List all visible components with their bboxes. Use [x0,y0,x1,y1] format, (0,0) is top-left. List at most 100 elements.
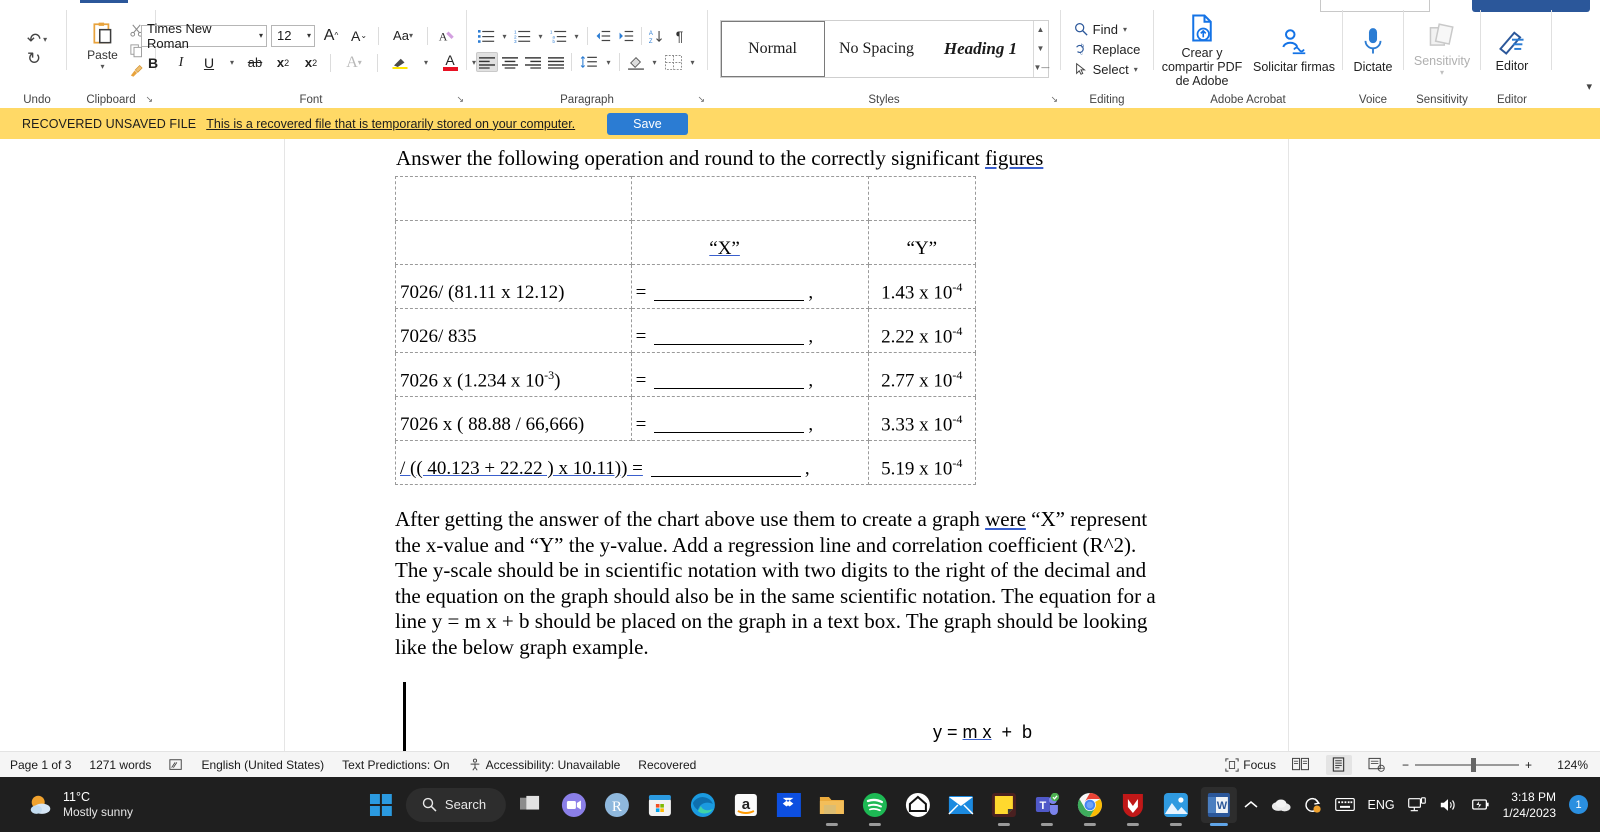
cell-answer-blank[interactable]: =, [630,352,869,397]
find-dropdown-icon[interactable]: ▾ [1123,25,1127,34]
ring-button[interactable] [900,787,936,823]
styles-scroll-up-icon[interactable]: ▲ [1034,21,1048,39]
print-layout-button[interactable] [1325,754,1352,775]
clipboard-dialog-launcher[interactable]: ↘ [145,94,153,105]
cell-answer-blank[interactable]: =, [630,396,869,441]
status-accessibility[interactable]: Accessibility: Unavailable [468,758,620,772]
shrink-font-button[interactable]: A ⌄ [347,25,371,47]
redo-icon[interactable]: ↻ [27,50,41,67]
clock[interactable]: 3:18 PM 1/24/2023 [1503,789,1556,821]
collapse-ribbon-icon[interactable]: ▾ [1586,80,1592,93]
answer-blank[interactable] [654,417,805,433]
highlight-dropdown[interactable]: ▾ [419,52,433,74]
volume-button[interactable] [1439,797,1457,813]
touch-keyboard-button[interactable] [1334,797,1355,812]
zoom-out-button[interactable]: − [1402,758,1409,772]
sort-button[interactable]: A Z [646,26,668,46]
find-button[interactable]: Find ▾ [1071,21,1144,38]
battery-button[interactable] [1470,797,1490,812]
undo-dropdown-icon[interactable]: ▾ [43,35,47,44]
start-button[interactable] [363,787,399,823]
answer-blank[interactable] [650,461,801,477]
underline-dropdown[interactable]: ▾ [225,52,239,74]
bold-button[interactable]: B [141,52,165,74]
zoom-app-button[interactable] [556,787,592,823]
status-page-number[interactable]: Page 1 of 3 [10,758,71,772]
microsoft-edge-button[interactable] [685,787,721,823]
line-equation-textbox[interactable]: y = m x + b [933,722,1032,743]
clear-formatting-button[interactable]: A [435,25,459,47]
microsoft-word-button[interactable]: W [1201,786,1238,823]
cell-expression-merged[interactable]: / (( 40.123 + 22.22 ) x 10.11)) =, [395,440,869,485]
zoom-level[interactable]: 124% [1544,758,1588,772]
paragraph-dialog-launcher[interactable]: ↘ [697,94,705,105]
superscript-button[interactable]: x2 [299,52,323,74]
notification-badge[interactable]: 1 [1569,795,1588,814]
select-dropdown-icon[interactable]: ▾ [1134,65,1138,74]
underline-button[interactable]: U [197,52,221,74]
google-chrome-button[interactable] [1072,787,1108,823]
styles-more-icon[interactable]: ▼― [1034,59,1050,77]
font-dialog-launcher[interactable]: ↘ [456,94,464,105]
cell-answer-blank[interactable]: =, [630,264,869,309]
italic-button[interactable]: I [169,52,193,74]
zoom-slider[interactable]: − + [1402,757,1532,772]
show-formatting-marks-button[interactable]: ¶ [669,26,691,46]
document-page[interactable]: Answer the following operation and round… [285,139,1288,751]
zoom-thumb[interactable] [1470,757,1476,772]
mcafee-button[interactable] [1115,787,1151,823]
cell-answer-blank[interactable]: =, [630,308,869,353]
network-button[interactable] [1407,796,1426,813]
sensitivity-button[interactable]: Sensitivity ▾ [1406,21,1478,77]
grow-font-button[interactable]: A ^ [319,25,343,47]
mail-button[interactable] [943,787,979,823]
style-heading-1[interactable]: Heading 1 [929,21,1033,77]
styles-dialog-launcher[interactable]: ↘ [1050,94,1058,105]
paste-button[interactable]: Paste ▾ [79,21,127,71]
increase-indent-button[interactable] [615,26,637,46]
status-word-count[interactable]: 1271 words [89,758,151,772]
styles-gallery[interactable]: Normal No Spacing Heading 1 ▲ ▼ ▼― [719,20,1050,78]
significant-figures-table[interactable]: “X” “Y” 7026/ (81.11 x 12.12) =, 1.43 x … [395,176,977,485]
numbering-dropdown[interactable]: ▾ [535,26,547,46]
amazon-button[interactable]: a [728,787,764,823]
styles-scrollbar[interactable]: ▲ ▼ ▼― [1032,21,1050,77]
zoom-in-button[interactable]: + [1525,758,1532,772]
shading-dropdown[interactable]: ▾ [649,52,661,72]
status-text-predictions[interactable]: Text Predictions: On [342,758,449,772]
font-color-button[interactable]: A [437,52,463,74]
font-family-combo[interactable]: Times New Roman ▾ [141,21,267,51]
update-button[interactable] [1304,796,1322,814]
strikethrough-button[interactable]: ab [243,52,267,74]
style-normal[interactable]: Normal [720,21,825,77]
style-no-spacing[interactable]: No Spacing [825,21,929,77]
photos-button[interactable] [1158,787,1194,823]
focus-button[interactable]: Focus [1225,758,1276,772]
read-mode-button[interactable] [1288,755,1314,775]
status-language[interactable]: English (United States) [201,758,324,772]
undo-icon[interactable]: ↶ [27,31,41,48]
task-view-button[interactable] [513,787,549,823]
decrease-indent-button[interactable] [592,26,614,46]
numbering-button[interactable]: 1 2 3 [512,26,534,46]
file-explorer-button[interactable] [814,787,850,823]
bullets-button[interactable] [476,26,498,46]
align-right-button[interactable] [522,52,544,72]
borders-dropdown[interactable]: ▾ [687,52,699,72]
text-highlight-button[interactable] [385,52,415,74]
justify-button[interactable] [545,52,567,72]
save-button[interactable]: Save [607,112,688,135]
search-button[interactable]: Search [405,787,507,822]
language-indicator[interactable]: ENG [1368,798,1395,812]
sticky-notes-button[interactable] [986,787,1022,823]
answer-blank[interactable] [654,285,805,301]
web-layout-button[interactable] [1364,755,1390,775]
grammarly-button[interactable]: R [599,787,635,823]
request-signatures-button[interactable]: Solicitar firmas [1251,25,1337,74]
sensitivity-dropdown-icon[interactable]: ▾ [1440,68,1444,77]
show-hidden-icons-button[interactable] [1244,800,1258,810]
bullets-dropdown[interactable]: ▾ [499,26,511,46]
zoom-track[interactable] [1414,757,1519,772]
microsoft-store-button[interactable] [642,787,678,823]
borders-button[interactable] [662,52,686,72]
